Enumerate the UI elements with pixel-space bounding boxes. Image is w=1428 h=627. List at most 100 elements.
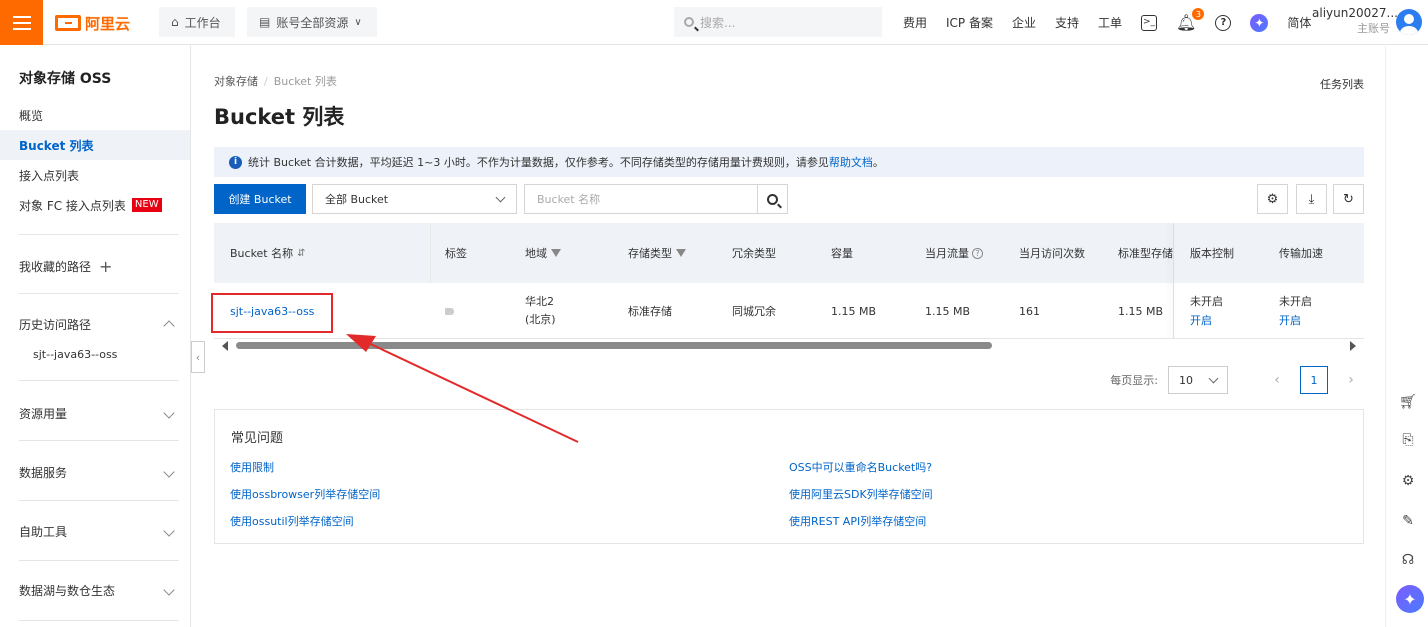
sidebar-item-bucket-list[interactable]: Bucket 列表 (0, 130, 190, 160)
history-item[interactable]: sjt--java63--oss (0, 339, 190, 369)
nav-ticket[interactable]: 工单 (1098, 14, 1122, 31)
plus-icon[interactable]: + (99, 257, 112, 276)
sidebar-collapse-button[interactable]: ‹ (191, 341, 205, 373)
nav-enterprise[interactable]: 企业 (1012, 14, 1036, 31)
nav-billing[interactable]: 费用 (903, 14, 927, 31)
language-switch[interactable]: 简体 (1287, 14, 1311, 31)
nav-support[interactable]: 支持 (1055, 14, 1079, 31)
settings-button[interactable]: ⚙ (1257, 184, 1288, 214)
next-page-icon[interactable]: › (1338, 367, 1364, 393)
doc-icon[interactable]: ⎘ (1400, 432, 1416, 448)
col-storage-type[interactable]: 存储类型 (628, 223, 686, 283)
faq-link[interactable]: 使用REST API列举存储空间 (789, 513, 926, 529)
column-label: 版本控制 (1190, 247, 1234, 260)
global-search[interactable]: 搜索... (674, 7, 882, 37)
avatar[interactable] (1396, 9, 1422, 35)
resources-dropdown[interactable]: ▤ 账号全部资源 ∨ (247, 7, 377, 37)
sort-icon[interactable]: ⇵ (297, 248, 305, 259)
cart-icon[interactable]: 🛒︎ (1399, 394, 1417, 410)
sidebar-favorites[interactable]: 我收藏的路径 + (19, 256, 179, 276)
faq-link[interactable]: 使用限制 (230, 459, 274, 475)
col-region[interactable]: 地域 (525, 223, 561, 283)
group-label: 数据服务 (19, 465, 68, 480)
ai-assistant-icon[interactable]: ✦ (1250, 13, 1269, 32)
filter-icon[interactable] (551, 249, 561, 257)
sidebar-group-self-tools[interactable]: 自助工具 (19, 521, 179, 541)
faq-link[interactable]: 使用ossutil列举存储空间 (230, 513, 354, 529)
prev-page-icon[interactable]: ‹ (1264, 367, 1290, 393)
column-label: Bucket 名称 (230, 247, 294, 260)
region-cell: 华北2 (北京) (525, 283, 556, 338)
page-number[interactable]: 1 (1300, 366, 1328, 394)
pagination: 每页显示: 10 ‹ 1 › (1110, 366, 1364, 394)
capacity-cell: 1.15 MB (831, 304, 877, 318)
top-bar: 阿里云 ⌂ 工作台 ▤ 账号全部资源 ∨ 搜索... 费用 ICP 备案 企业 … (0, 0, 1428, 45)
workbench-button[interactable]: ⌂ 工作台 (159, 7, 235, 37)
col-bucket-name[interactable]: Bucket 名称 ⇵ (230, 223, 306, 283)
bucket-filter-select[interactable]: 全部 Bucket (312, 184, 517, 214)
scroll-thumb[interactable] (236, 342, 992, 349)
chevron-down-icon (1208, 373, 1219, 383)
page-size-select[interactable]: 10 (1168, 366, 1228, 394)
sidebar-group-data-lake[interactable]: 数据湖与数仓生态 (19, 580, 179, 600)
horizontal-scrollbar[interactable] (214, 340, 1364, 352)
history-item-label: sjt--java63--oss (33, 347, 118, 361)
gear-icon[interactable]: ⚙ (1400, 473, 1416, 489)
breadcrumb-root[interactable]: 对象存储 (214, 75, 258, 88)
edit-icon[interactable]: ✎ (1400, 513, 1416, 529)
account-role: 主账号 (1357, 22, 1390, 35)
bucket-name-input[interactable] (524, 184, 757, 214)
ai-assistant-icon[interactable]: ✦ (1396, 585, 1424, 613)
sidebar-item-label: Bucket 列表 (19, 138, 94, 153)
tags-cell[interactable] (445, 283, 454, 338)
headset-icon[interactable]: ☊ (1400, 552, 1416, 568)
help-icon[interactable]: ? (1215, 14, 1232, 31)
task-list-link[interactable]: 任务列表 (1320, 76, 1364, 92)
sidebar-item-access-points[interactable]: 接入点列表 (0, 160, 190, 190)
brand-name: 阿里云 (85, 14, 131, 33)
help-doc-link[interactable]: 帮助文档 (829, 156, 873, 169)
column-label: 冗余类型 (732, 247, 776, 260)
filter-icon[interactable] (676, 249, 686, 257)
download-button[interactable]: ⤓ (1296, 184, 1327, 214)
col-monthly-traffic: 当月流量? (925, 223, 983, 283)
sidebar-group-usage[interactable]: 资源用量 (19, 403, 179, 423)
aliyun-logo[interactable]: 阿里云 (55, 12, 130, 34)
enable-acceleration-link[interactable]: 开启 (1279, 311, 1301, 330)
acceleration-cell: 未开启 开启 (1279, 283, 1312, 338)
col-redundancy: 冗余类型 (732, 223, 776, 283)
breadcrumb: 对象存储 / Bucket 列表 (214, 75, 337, 88)
refresh-button[interactable]: ↻ (1333, 184, 1364, 214)
column-label: 标签 (445, 247, 467, 260)
home-icon: ⌂ (171, 15, 179, 29)
create-bucket-button[interactable]: 创建 Bucket (214, 184, 306, 214)
menu-icon[interactable] (0, 0, 43, 45)
sidebar-item-fc-access-points[interactable]: 对象 FC 接入点列表 NEW (0, 190, 190, 220)
sidebar-item-overview[interactable]: 概览 (0, 100, 190, 130)
divider (19, 440, 179, 441)
search-icon (684, 17, 694, 27)
sidebar-history[interactable]: 历史访问路径 (19, 314, 179, 334)
faq-link[interactable]: OSS中可以重命名Bucket吗? (789, 459, 932, 475)
notice-end: 。 (872, 156, 884, 169)
scroll-left-icon[interactable] (222, 341, 228, 351)
sidebar-group-data-services[interactable]: 数据服务 (19, 462, 179, 482)
bell-icon[interactable]: 🔔︎ 3 (1176, 8, 1205, 32)
search-button[interactable] (757, 184, 788, 214)
faq-link[interactable]: 使用阿里云SDK列举存储空间 (789, 486, 933, 502)
divider (19, 560, 179, 561)
help-icon[interactable]: ? (972, 247, 983, 259)
sidebar-item-label: 接入点列表 (19, 168, 80, 183)
account-info[interactable]: aliyun20027... 主账号 (1312, 6, 1398, 36)
account-name: aliyun20027... (1312, 6, 1398, 20)
scroll-right-icon[interactable] (1350, 341, 1356, 351)
info-notice: i 统计 Bucket 合计数据，平均延迟 1~3 小时。不作为计量数据，仅作参… (214, 147, 1364, 177)
faq-link[interactable]: 使用ossbrowser列举存储空间 (230, 486, 380, 502)
nav-icp[interactable]: ICP 备案 (946, 14, 993, 31)
standard-storage-cell: 1.15 MB (1118, 304, 1164, 318)
terminal-icon[interactable]: >_ (1141, 14, 1158, 31)
enable-versioning-link[interactable]: 开启 (1190, 311, 1212, 330)
column-label: 存储类型 (628, 247, 672, 260)
tag-icon[interactable] (445, 307, 454, 315)
chevron-down-icon (163, 584, 175, 596)
